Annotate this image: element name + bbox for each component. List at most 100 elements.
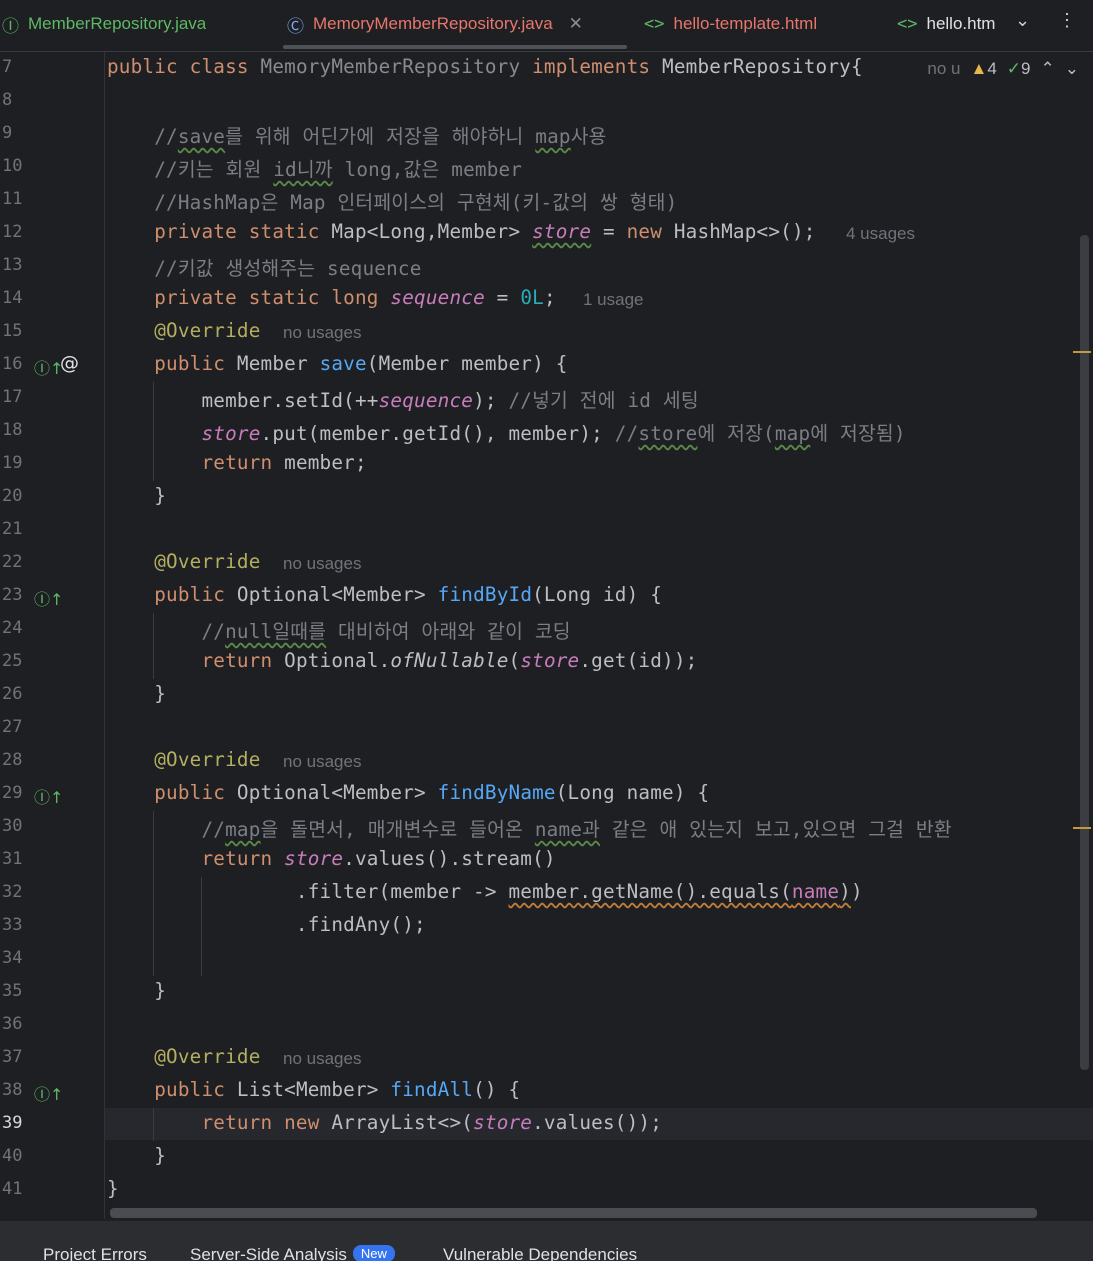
inspection-status[interactable]: no u ▲4 ✓9 ⌃ ⌄ bbox=[927, 59, 1079, 79]
warning-count[interactable]: ▲4 bbox=[970, 59, 996, 79]
line-number: 17 bbox=[2, 387, 23, 407]
code-line[interactable]: 27 bbox=[0, 712, 1093, 745]
code-line[interactable]: 25 return Optional.ofNullable(store.get(… bbox=[0, 646, 1093, 679]
code-line[interactable]: 18 store.put(member.getId(), member); //… bbox=[0, 415, 1093, 448]
code-line[interactable]: 40 } bbox=[0, 1141, 1093, 1174]
code-line[interactable]: 39 return new ArrayList<>(store.values()… bbox=[0, 1108, 1093, 1141]
code-line[interactable]: 10 //키는 회원 id니까 long,값은 member bbox=[0, 151, 1093, 184]
html-icon: <> bbox=[897, 14, 918, 34]
code-line[interactable]: 28 @Override no usages bbox=[0, 745, 1093, 778]
weak-warning-count[interactable]: ✓9 bbox=[1007, 59, 1031, 79]
usages-hint[interactable]: no usages bbox=[283, 554, 361, 574]
code-line[interactable]: 24 //null일때를 대비하여 아래와 같이 코딩 bbox=[0, 613, 1093, 646]
usages-hint[interactable]: no usages bbox=[283, 1049, 361, 1069]
code-line[interactable]: 33 .findAny(); bbox=[0, 910, 1093, 943]
code-line[interactable]: 17 member.setId(++sequence); //넣기 전에 id … bbox=[0, 382, 1093, 415]
implements-method-icon[interactable]: Ⓘ↑ bbox=[34, 355, 63, 379]
code-text: return Optional.ofNullable(store.get(id)… bbox=[201, 649, 698, 672]
code-line[interactable]: 19 return member; bbox=[0, 448, 1093, 481]
usages-hint[interactable]: 4 usages bbox=[846, 224, 915, 244]
line-number: 14 bbox=[2, 288, 23, 308]
code-line[interactable]: 23 Ⓘ↑ public Optional<Member> findById(Lo… bbox=[0, 580, 1093, 613]
code-text: //null일때를 대비하여 아래와 같이 코딩 bbox=[201, 620, 571, 643]
code-line[interactable]: 41} bbox=[0, 1174, 1093, 1207]
code-line[interactable]: 34 bbox=[0, 943, 1093, 976]
html-icon: <> bbox=[644, 14, 665, 34]
code-text: } bbox=[107, 1177, 119, 1200]
chevron-down-icon[interactable]: ⌄ bbox=[1015, 10, 1030, 31]
code-editor[interactable]: 7 public class MemoryMemberRepository imp… bbox=[0, 52, 1093, 1219]
line-number: 32 bbox=[2, 882, 23, 902]
code-line[interactable]: 29 Ⓘ↑ public Optional<Member> findByName(… bbox=[0, 778, 1093, 811]
code-line[interactable]: 20 } bbox=[0, 481, 1093, 514]
implements-method-icon[interactable]: Ⓘ↑ bbox=[34, 586, 63, 610]
warning-marker[interactable] bbox=[1073, 351, 1091, 353]
code-line[interactable]: 16 Ⓘ↑ @ public Member save(Member member) … bbox=[0, 349, 1093, 382]
line-number: 23 bbox=[2, 585, 23, 605]
tab-server-side-analysis[interactable]: Server-Side Analysis New bbox=[190, 1245, 395, 1261]
tab-hello-template[interactable]: <> hello-template.html bbox=[644, 0, 817, 48]
code-line[interactable]: 22 @Override no usages bbox=[0, 547, 1093, 580]
code-line[interactable]: 12 private static Map<Long,Member> store… bbox=[0, 217, 1093, 250]
usages-hint[interactable]: no usages bbox=[283, 323, 361, 343]
line-number: 7 bbox=[2, 57, 13, 77]
line-number: 36 bbox=[2, 1014, 23, 1034]
tab-member-repository[interactable]: Ⓘ MemberRepository.java bbox=[2, 0, 206, 48]
usages-hint[interactable]: no usages bbox=[283, 752, 361, 772]
code-line[interactable]: 31 return store.values().stream() bbox=[0, 844, 1093, 877]
close-icon[interactable]: ✕ bbox=[569, 14, 583, 34]
code-line[interactable]: 11 //HashMap은 Map 인터페이스의 구현체(키-값의 쌍 형태) bbox=[0, 184, 1093, 217]
code-line[interactable]: 13 //키값 생성해주는 sequence bbox=[0, 250, 1093, 283]
line-number: 35 bbox=[2, 981, 23, 1001]
warning-marker[interactable] bbox=[1073, 827, 1091, 829]
line-number: 9 bbox=[2, 123, 13, 143]
tab-memory-member-repository[interactable]: Ⓒ MemoryMemberRepository.java ✕ bbox=[287, 0, 583, 48]
tab-label: MemoryMemberRepository.java bbox=[313, 14, 553, 33]
code-line[interactable]: 8 bbox=[0, 85, 1093, 118]
line-number: 11 bbox=[2, 189, 23, 209]
endpoint-icon[interactable]: @ bbox=[60, 352, 79, 374]
code-line[interactable]: 14 private static long sequence = 0L; 1 u… bbox=[0, 283, 1093, 316]
line-number: 16 bbox=[2, 354, 23, 374]
line-number: 38 bbox=[2, 1080, 23, 1100]
vertical-scrollbar[interactable] bbox=[1080, 235, 1089, 1070]
code-text: .findAny(); bbox=[107, 913, 426, 936]
code-line[interactable]: 9 //save를 위해 어딘가에 저장을 해야하니 map사용 bbox=[0, 118, 1093, 151]
problems-panel-tabs: Project Errors Server-Side Analysis New V… bbox=[0, 1221, 1093, 1261]
line-number: 37 bbox=[2, 1047, 23, 1067]
chevron-down-icon[interactable]: ⌄ bbox=[1065, 59, 1079, 79]
code-text: return store.values().stream() bbox=[201, 847, 556, 870]
line-number: 30 bbox=[2, 816, 23, 836]
tab-hello[interactable]: <> hello.htm bbox=[897, 0, 995, 48]
line-number: 33 bbox=[2, 915, 23, 935]
code-text: member.setId(++sequence); //넣기 전에 id 세팅 bbox=[107, 389, 699, 412]
code-line[interactable]: 30 //map을 돌면서, 매개변수로 들어온 name과 같은 애 있는지 … bbox=[0, 811, 1093, 844]
implements-method-icon[interactable]: Ⓘ↑ bbox=[34, 784, 63, 808]
code-line[interactable]: 38 Ⓘ↑ public List<Member> findAll() { bbox=[0, 1075, 1093, 1108]
code-text: //map을 돌면서, 매개변수로 들어온 name과 같은 애 있는지 보고,… bbox=[201, 818, 952, 841]
code-text: public List<Member> findAll() { bbox=[154, 1078, 521, 1101]
code-text: return member; bbox=[201, 451, 367, 474]
code-line[interactable]: 32 .filter(member -> member.getName().eq… bbox=[0, 877, 1093, 910]
code-line[interactable]: 37 @Override no usages bbox=[0, 1042, 1093, 1075]
code-line[interactable]: 15 @Override no usages bbox=[0, 316, 1093, 349]
more-options-icon[interactable]: ⋮ bbox=[1058, 10, 1076, 31]
chevron-up-icon[interactable]: ⌃ bbox=[1041, 59, 1055, 79]
code-text: public class MemoryMemberRepository impl… bbox=[107, 55, 863, 78]
line-number: 24 bbox=[2, 618, 23, 638]
horizontal-scrollbar[interactable] bbox=[110, 1208, 1037, 1218]
code-text: public Optional<Member> findByName(Long … bbox=[154, 781, 710, 804]
usages-hint[interactable]: 1 usage bbox=[583, 290, 644, 310]
tab-vulnerable-dependencies[interactable]: Vulnerable Dependencies bbox=[443, 1245, 637, 1261]
code-line[interactable]: 36 bbox=[0, 1009, 1093, 1042]
code-text: //키는 회원 id니까 long,값은 member bbox=[154, 158, 523, 181]
implements-method-icon[interactable]: Ⓘ↑ bbox=[34, 1081, 63, 1105]
code-text: //키값 생성해주는 sequence bbox=[154, 257, 422, 280]
code-line[interactable]: 35 } bbox=[0, 976, 1093, 1009]
line-number: 25 bbox=[2, 651, 23, 671]
code-text: } bbox=[107, 979, 167, 1002]
code-line[interactable]: 26 } bbox=[0, 679, 1093, 712]
tab-project-errors[interactable]: Project Errors bbox=[43, 1245, 147, 1261]
code-line[interactable]: 21 bbox=[0, 514, 1093, 547]
code-text: //save를 위해 어딘가에 저장을 해야하니 map사용 bbox=[154, 125, 607, 148]
